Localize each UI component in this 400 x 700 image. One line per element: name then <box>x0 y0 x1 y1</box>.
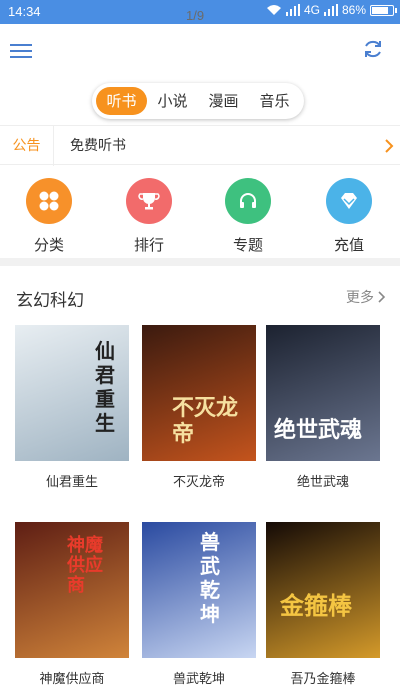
chevron-right-icon <box>378 291 386 303</box>
page-indicator: 1/9 <box>186 8 205 23</box>
book-title: 绝世武魂 <box>296 475 349 490</box>
grid-icon <box>26 178 72 224</box>
book-card[interactable]: 不灭龙帝 不灭龙帝 <box>142 325 256 490</box>
book-title: 仙君重生 <box>45 475 98 490</box>
battery-fill <box>372 6 389 14</box>
book-title: 不灭龙帝 <box>172 475 225 490</box>
quick-link-label: 充值 <box>333 236 364 254</box>
quick-link-label: 分类 <box>33 236 64 254</box>
network-type: 4G <box>303 3 320 17</box>
status-bar: 14:34 1/9 4G 86% <box>0 0 400 24</box>
quick-link-recharge[interactable]: 充值 <box>319 178 379 255</box>
book-card[interactable]: 仙君重生 仙君重生 <box>15 325 129 490</box>
signal-icon <box>285 4 300 16</box>
quick-link-label: 排行 <box>133 236 164 254</box>
refresh-icon[interactable] <box>362 38 384 60</box>
category-tabs: 听书 小说 漫画 音乐 <box>92 83 304 119</box>
quick-link-label: 专题 <box>232 236 263 254</box>
book-card[interactable]: 金箍棒 吾乃金箍棒 <box>266 522 380 687</box>
announcement-bar[interactable]: 公告 免费听书 <box>0 125 400 166</box>
cover-title: 兽武乾坤 <box>200 530 220 626</box>
diamond-icon <box>326 178 372 224</box>
more-link[interactable]: 更多 <box>346 287 386 307</box>
announcement-text: 免费听书 <box>70 138 126 154</box>
cover-title: 仙君重生 <box>95 339 115 435</box>
announcement-label: 公告 <box>0 126 54 166</box>
book-cover: 绝世武魂 <box>266 325 380 461</box>
tab-audiobooks[interactable]: 听书 <box>96 87 147 115</box>
status-time: 14:34 <box>8 4 41 19</box>
quick-link-categories[interactable]: 分类 <box>19 178 79 255</box>
book-card[interactable]: 兽武乾坤 兽武乾坤 <box>142 522 256 687</box>
more-label: 更多 <box>346 290 374 306</box>
book-cover: 兽武乾坤 <box>142 522 256 658</box>
tab-novels[interactable]: 小说 <box>147 87 198 115</box>
quick-links: 分类 排行 专题 充值 <box>0 170 400 256</box>
signal-icon-2 <box>323 4 338 16</box>
trophy-icon <box>126 178 172 224</box>
cover-title: 不灭龙帝 <box>172 395 239 447</box>
book-card[interactable]: 神魔供应商 神魔供应商 <box>15 522 129 687</box>
cover-title: 金箍棒 <box>280 591 352 620</box>
book-card[interactable]: 绝世武魂 绝世武魂 <box>266 325 380 490</box>
wifi-icon <box>266 5 281 15</box>
top-bar <box>0 24 400 78</box>
tab-music[interactable]: 音乐 <box>249 87 300 115</box>
tab-comics[interactable]: 漫画 <box>198 87 249 115</box>
book-cover: 不灭龙帝 <box>142 325 256 461</box>
quick-link-rankings[interactable]: 排行 <box>119 178 179 255</box>
quick-link-topics[interactable]: 专题 <box>218 178 278 255</box>
book-cover: 神魔供应商 <box>15 522 129 658</box>
battery-percent: 86% <box>341 3 366 17</box>
section-divider <box>0 258 400 266</box>
battery-icon <box>370 4 397 16</box>
status-icons: 4G 86% <box>266 3 397 17</box>
book-title: 兽武乾坤 <box>172 672 225 687</box>
cover-title: 绝世武魂 <box>274 417 363 443</box>
menu-icon[interactable] <box>10 44 32 58</box>
book-cover: 仙君重生 <box>15 325 129 461</box>
headphones-icon <box>225 178 271 224</box>
book-title: 吾乃金箍棒 <box>290 672 356 687</box>
book-title: 神魔供应商 <box>39 672 105 687</box>
book-cover: 金箍棒 <box>266 522 380 658</box>
chevron-right-icon <box>385 139 394 153</box>
section-title: 玄幻科幻 <box>16 291 84 311</box>
cover-title: 神魔供应商 <box>67 535 103 596</box>
